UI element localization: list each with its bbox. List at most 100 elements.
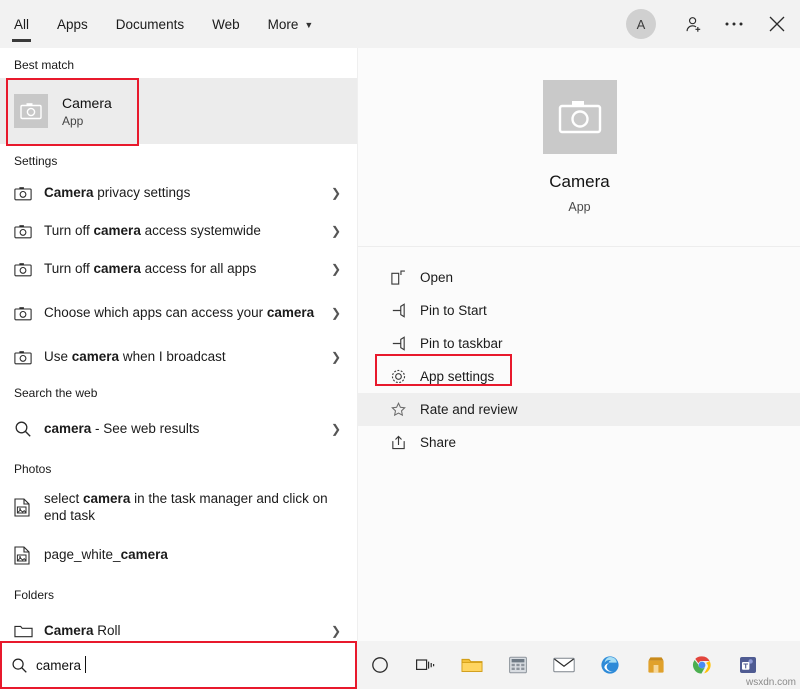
watermark: wsxdn.com [745, 677, 796, 688]
tab-web-label: Web [212, 16, 240, 32]
best-match-result-camera[interactable]: Camera App [0, 78, 357, 144]
camera-app-icon-large [542, 80, 617, 154]
folders-heading: Folders [14, 588, 55, 602]
photo-result-label: page_white_camera [44, 547, 168, 563]
action-open[interactable]: Open [358, 261, 800, 294]
calculator-icon[interactable] [495, 641, 541, 689]
pin-icon [390, 335, 420, 352]
camera-app-icon [14, 94, 48, 128]
settings-item-choose-which-apps-can-access-your-camera[interactable]: Choose which apps can access your camera… [0, 288, 357, 338]
person-add-icon[interactable] [674, 0, 714, 48]
chevron-right-icon[interactable]: ❯ [331, 624, 347, 638]
open-icon [390, 269, 420, 286]
camera-icon [14, 350, 44, 365]
action-pin-to-taskbar-label: Pin to taskbar [420, 336, 503, 351]
action-app-settings-label: App settings [420, 369, 495, 384]
photo-result-page-white-camera[interactable]: page_white_camera [0, 532, 357, 578]
avatar[interactable]: A [626, 9, 656, 39]
chevron-right-icon[interactable]: ❯ [331, 306, 347, 320]
ellipsis-icon[interactable] [714, 0, 754, 48]
action-share[interactable]: Share [358, 426, 800, 459]
text-caret [85, 655, 87, 673]
app-preview-title: Camera [549, 172, 610, 191]
folder-icon [14, 623, 44, 639]
settings-item-label: Turn off camera access systemwide [44, 223, 261, 239]
mail-icon[interactable] [541, 641, 587, 689]
chevron-right-icon[interactable]: ❯ [331, 350, 347, 364]
chevron-right-icon[interactable]: ❯ [331, 422, 347, 436]
settings-item-turn-off-camera-access-systemwide[interactable]: Turn off camera access systemwide ❯ [0, 212, 357, 250]
app-action-list: Open Pin to Start Pin to taskbar App set… [358, 247, 800, 459]
search-the-web-heading: Search the web [14, 386, 98, 400]
store-icon[interactable] [633, 641, 679, 689]
task-view-icon[interactable] [403, 641, 449, 689]
action-pin-to-start[interactable]: Pin to Start [358, 294, 800, 327]
tab-more[interactable]: More ▼ [254, 0, 328, 48]
results-list: Best match Camera App Settings Camera pr… [0, 48, 357, 641]
taskbar: wsxdn.com [357, 641, 800, 689]
search-results-window: All Apps Documents Web More ▼ A Best mat… [0, 0, 800, 689]
camera-icon [14, 224, 44, 239]
top-bar-actions: A [626, 0, 800, 48]
action-app-settings[interactable]: App settings [358, 360, 800, 393]
web-result-label: camera - See web results [44, 421, 200, 437]
settings-item-label: Choose which apps can access your camera [44, 305, 315, 321]
app-preview-header: Camera App [358, 48, 800, 247]
settings-item-label: Camera privacy settings [44, 185, 191, 201]
tab-apps-label: Apps [57, 16, 88, 32]
settings-item-camera-privacy-settings[interactable]: Camera privacy settings ❯ [0, 174, 357, 212]
chevron-right-icon[interactable]: ❯ [331, 224, 347, 238]
tab-apps[interactable]: Apps [43, 0, 102, 48]
chevron-right-icon[interactable]: ❯ [331, 262, 347, 276]
tab-all-label: All [14, 16, 30, 32]
action-pin-to-taskbar[interactable]: Pin to taskbar [358, 327, 800, 360]
tab-all[interactable]: All [0, 0, 43, 48]
app-preview-pane: Camera App Open Pin to Start Pin to task… [357, 48, 800, 641]
chevron-right-icon[interactable]: ❯ [331, 186, 347, 200]
avatar-initial: A [636, 16, 646, 32]
search-input-value: camera [36, 655, 87, 673]
settings-heading: Settings [14, 154, 58, 168]
photo-result-select-camera-task-manager[interactable]: select camera in the task manager and cl… [0, 482, 357, 532]
photo-file-icon [14, 497, 44, 517]
camera-icon [14, 262, 44, 277]
filter-tabs: All Apps Documents Web More ▼ [0, 0, 327, 48]
gear-icon [390, 368, 420, 385]
photo-result-label: select camera in the task manager and cl… [44, 490, 328, 523]
photos-heading: Photos [14, 462, 52, 476]
web-result-camera[interactable]: camera - See web results ❯ [0, 406, 357, 452]
chrome-icon[interactable] [679, 641, 725, 689]
best-match-heading: Best match [14, 58, 75, 72]
action-open-label: Open [420, 270, 454, 285]
app-preview-type: App [568, 200, 591, 214]
settings-item-label: Use camera when I broadcast [44, 349, 226, 365]
camera-icon [14, 306, 44, 321]
best-match-title: Camera [62, 94, 112, 111]
settings-item-label: Turn off camera access for all apps [44, 261, 257, 277]
settings-item-turn-off-camera-access-for-all-apps[interactable]: Turn off camera access for all apps ❯ [0, 250, 357, 288]
top-filter-bar: All Apps Documents Web More ▼ A [0, 0, 800, 48]
search-input[interactable]: camera [0, 641, 357, 689]
file-explorer-icon[interactable] [449, 641, 495, 689]
best-match-subtitle: App [62, 113, 84, 128]
pin-icon [390, 302, 420, 319]
camera-icon [14, 186, 44, 201]
tab-documents-label: Documents [115, 16, 185, 32]
tab-documents[interactable]: Documents [102, 0, 198, 48]
action-pin-to-start-label: Pin to Start [420, 303, 487, 318]
action-rate-and-review[interactable]: Rate and review [358, 393, 800, 426]
tab-more-label: More [267, 16, 299, 32]
share-icon [390, 434, 420, 451]
chevron-down-icon: ▼ [304, 20, 314, 30]
tab-web[interactable]: Web [198, 0, 254, 48]
photo-file-icon [14, 545, 44, 565]
search-icon [2, 657, 36, 674]
settings-item-use-camera-when-i-broadcast[interactable]: Use camera when I broadcast ❯ [0, 338, 357, 376]
action-rate-and-review-label: Rate and review [420, 402, 518, 417]
search-icon [14, 420, 44, 438]
star-icon [390, 401, 420, 418]
close-icon[interactable] [754, 0, 800, 48]
edge-icon[interactable] [587, 641, 633, 689]
cortana-circle-icon[interactable] [357, 641, 403, 689]
folder-result-label: Camera Roll [44, 623, 121, 639]
